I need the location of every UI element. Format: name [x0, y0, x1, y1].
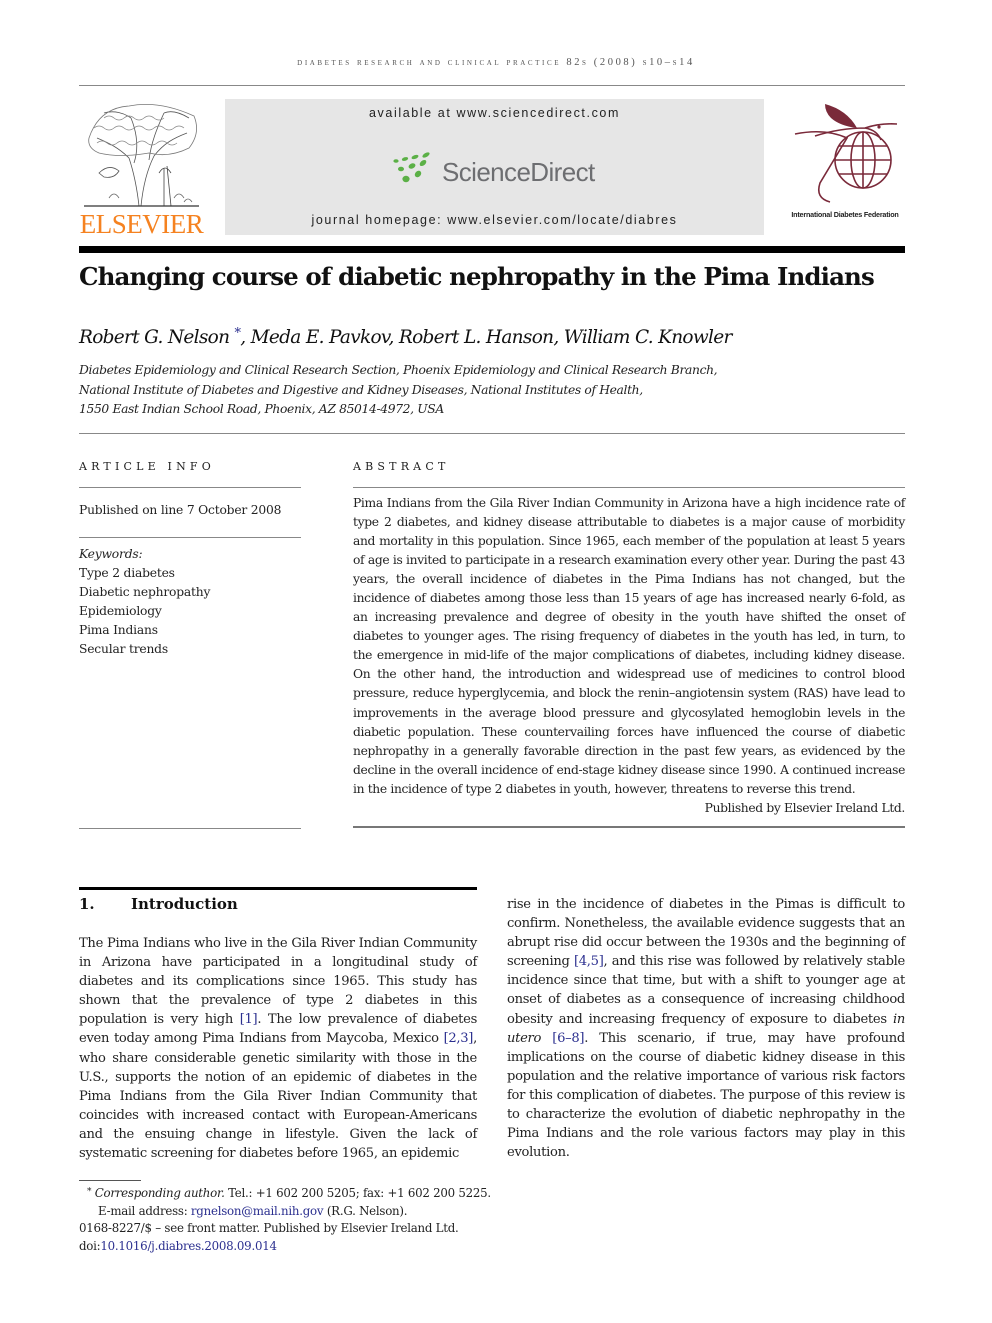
- body-text: , who share considerable genetic similar…: [79, 1031, 477, 1162]
- sciencedirect-wordmark: ScienceDirect: [442, 157, 595, 187]
- body-column-left: The Pima Indians who live in the Gila Ri…: [79, 934, 477, 1163]
- keywords: Keywords: Type 2 diabetes Diabetic nephr…: [79, 545, 210, 659]
- email-line: E-mail address: rgnelson@mail.nih.gov (R…: [79, 1203, 499, 1221]
- published-online: Published on line 7 October 2008: [79, 503, 282, 517]
- section-heading: 1. Introduction: [79, 895, 238, 913]
- section-number: 1.: [79, 895, 95, 913]
- email-link[interactable]: rgnelson@mail.nih.gov: [191, 1204, 324, 1218]
- author-name[interactable]: William C. Knowler: [564, 327, 733, 348]
- doi-line: doi:10.1016/j.diabres.2008.09.014: [79, 1238, 499, 1256]
- abstract-heading: ABSTRACT: [353, 460, 450, 473]
- article-title: Changing course of diabetic nephropathy …: [79, 262, 875, 291]
- issn-line: 0168-8227/$ – see front matter. Publishe…: [79, 1221, 459, 1235]
- header-rule: [79, 85, 905, 86]
- elsevier-wordmark: ELSEVIER: [79, 209, 204, 239]
- affiliation-rule: [79, 433, 905, 434]
- section-title: Introduction: [131, 895, 238, 913]
- doi-label: doi:: [79, 1238, 101, 1253]
- footnote-rule: [79, 1180, 141, 1181]
- sciencedirect-dots-icon: [393, 152, 430, 183]
- email-suffix: (R.G. Nelson).: [323, 1203, 408, 1218]
- abstract-text: Pima Indians from the Gila River Indian …: [353, 496, 905, 796]
- author-name[interactable]: Robert G. Nelson: [79, 327, 230, 348]
- keywords-rule: [79, 537, 301, 538]
- section-rule: [79, 887, 477, 890]
- keyword[interactable]: Type 2 diabetes: [79, 564, 210, 583]
- corresponding-label: Corresponding author.: [94, 1186, 225, 1200]
- citation-link[interactable]: [1]: [240, 1012, 258, 1027]
- citation-link[interactable]: [4,5]: [574, 954, 604, 969]
- author-name[interactable]: Meda E. Pavkov: [251, 327, 390, 348]
- body-text: [541, 1031, 552, 1046]
- hummingbird-globe-icon: [794, 104, 898, 203]
- author-separator: ,: [553, 327, 564, 348]
- elsevier-logo[interactable]: ELSEVIER: [79, 98, 204, 238]
- corresponding-author-note: * Corresponding author. Tel.: +1 602 200…: [79, 1184, 499, 1203]
- abstract-bottom-rule: [353, 826, 905, 828]
- abstract-rule: [353, 487, 905, 488]
- footnote: * Corresponding author. Tel.: +1 602 200…: [79, 1184, 499, 1255]
- sciencedirect-available-link[interactable]: available at www.sciencedirect.com: [225, 106, 764, 120]
- idf-name: International Diabetes Federation: [791, 210, 899, 219]
- author-list: Robert G. Nelson *, Meda E. Pavkov, Robe…: [79, 326, 732, 348]
- email-label: E-mail address:: [98, 1203, 191, 1218]
- abstract-publisher: Published by Elsevier Ireland Ltd.: [704, 800, 906, 815]
- affiliation-line: Diabetes Epidemiology and Clinical Resea…: [79, 363, 718, 377]
- article-info-bottom-rule: [79, 828, 301, 829]
- article-info-rule: [79, 487, 301, 488]
- affiliation: Diabetes Epidemiology and Clinical Resea…: [79, 361, 718, 420]
- idf-logo[interactable]: [785, 98, 907, 220]
- journal-homepage-link[interactable]: journal homepage: www.elsevier.com/locat…: [225, 213, 764, 227]
- author-name[interactable]: Robert L. Hanson: [399, 327, 554, 348]
- contact-info: Tel.: +1 602 200 5205; fax: +1 602 200 5…: [224, 1186, 491, 1200]
- article-info-heading: ARTICLE INFO: [79, 460, 215, 473]
- keyword[interactable]: Diabetic nephropathy: [79, 583, 210, 602]
- body-column-right: rise in the incidence of diabetes in the…: [507, 895, 905, 1162]
- keyword[interactable]: Pima Indians: [79, 621, 210, 640]
- sciencedirect-banner: available at www.sciencedirect.com Scien…: [225, 99, 764, 235]
- footnote-mark: *: [87, 1187, 92, 1197]
- body-text: . This scenario, if true, may have profo…: [507, 1030, 905, 1161]
- affiliation-line: 1550 East Indian School Road, Phoenix, A…: [79, 402, 444, 416]
- sciencedirect-logo[interactable]: ScienceDirect: [390, 151, 610, 191]
- keyword[interactable]: Epidemiology: [79, 602, 210, 621]
- affiliation-line: National Institute of Diabetes and Diges…: [79, 382, 643, 397]
- keyword[interactable]: Secular trends: [79, 640, 210, 659]
- doi-link[interactable]: 10.1016/j.diabres.2008.09.014: [100, 1239, 277, 1253]
- citation-link[interactable]: [6–8]: [552, 1031, 584, 1046]
- author-separator: ,: [388, 327, 399, 348]
- author-separator: ,: [240, 327, 251, 348]
- abstract-body: Pima Indians from the Gila River Indian …: [353, 494, 905, 818]
- running-head: diabetes research and clinical practice …: [297, 57, 695, 68]
- citation-link[interactable]: [2,3]: [444, 1031, 474, 1046]
- elsevier-tree-icon: [84, 104, 199, 207]
- title-rule: [79, 246, 905, 253]
- keywords-label: Keywords:: [79, 547, 143, 561]
